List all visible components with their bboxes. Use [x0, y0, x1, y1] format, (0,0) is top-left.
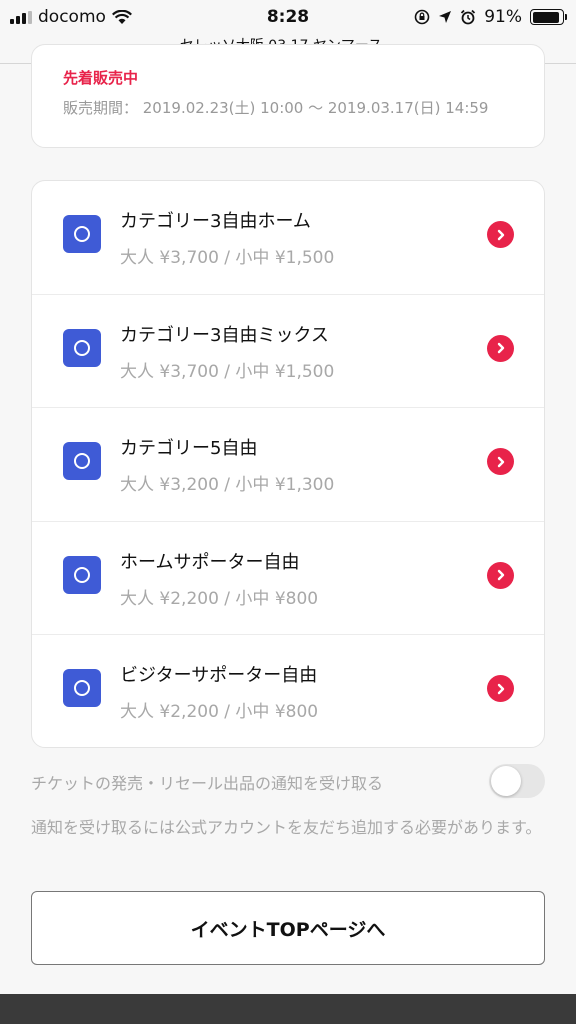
chevron-right-icon[interactable]	[487, 448, 514, 476]
alarm-icon	[461, 9, 476, 25]
ticket-type-icon	[63, 442, 101, 481]
sale-info-card: 先着販売中 販売期間： 2019.02.23(土) 10:00 〜 2019.0…	[31, 44, 545, 148]
chevron-right-icon[interactable]	[487, 221, 514, 248]
ticket-type-icon	[63, 328, 101, 367]
ticket-row[interactable]: カテゴリー3自由ミックス 大人 ¥3,700 / 小中 ¥1,500	[32, 295, 544, 409]
carrier-label: docomo	[38, 7, 106, 27]
status-right: 91%	[414, 7, 567, 27]
battery-icon	[530, 9, 567, 25]
chevron-right-icon[interactable]	[487, 675, 514, 703]
ticket-name: ホームサポーター自由	[120, 551, 300, 573]
signal-icon	[10, 10, 32, 24]
ticket-name: カテゴリー3自由ホーム	[120, 211, 311, 232]
sale-status-label: 先着販売中	[63, 69, 139, 87]
ticket-type-icon	[63, 669, 101, 708]
sale-period-label: 販売期間： 2019.02.23(土) 10:00 〜 2019.03.17(日…	[63, 99, 489, 117]
wifi-icon	[111, 9, 132, 24]
event-top-button[interactable]: イベントTOPページへ	[31, 891, 545, 965]
ticket-row[interactable]: カテゴリー3自由ホーム 大人 ¥3,700 / 小中 ¥1,500	[32, 181, 544, 295]
ticket-name: ビジターサポーター自由	[120, 665, 318, 687]
ticket-name: カテゴリー5自由	[120, 438, 258, 460]
rotation-lock-icon	[414, 9, 430, 25]
location-icon	[439, 11, 452, 23]
ticket-row[interactable]: ホームサポーター自由 大人 ¥2,200 / 小中 ¥800	[32, 522, 544, 636]
main-content: 先着販売中 販売期間： 2019.02.23(土) 10:00 〜 2019.0…	[0, 44, 576, 994]
ticket-price: 大人 ¥2,200 / 小中 ¥800	[120, 588, 319, 609]
ticket-price: 大人 ¥2,200 / 小中 ¥800	[120, 702, 319, 723]
chevron-right-icon[interactable]	[487, 561, 514, 589]
status-bar: docomo 8:28 91%	[0, 0, 576, 34]
ticket-name: カテゴリー3自由ミックス	[120, 324, 329, 346]
ticket-price: 大人 ¥3,200 / 小中 ¥1,300	[120, 475, 335, 496]
ticket-price: 大人 ¥3,700 / 小中 ¥1,500	[120, 248, 335, 268]
status-left: docomo	[10, 7, 132, 27]
battery-percent: 91%	[484, 7, 522, 27]
ticket-price: 大人 ¥3,700 / 小中 ¥1,500	[120, 361, 335, 382]
notification-toggle[interactable]	[489, 764, 545, 798]
ticket-row[interactable]: カテゴリー5自由 大人 ¥3,200 / 小中 ¥1,300	[32, 408, 544, 522]
notification-label: チケットの発売・リセール出品の通知を受け取る	[31, 774, 384, 793]
ticket-type-icon	[63, 555, 101, 594]
chevron-right-icon[interactable]	[487, 334, 514, 362]
notification-setting: チケットの発売・リセール出品の通知を受け取る	[31, 764, 545, 798]
ticket-type-icon	[63, 215, 101, 253]
ticket-list: カテゴリー3自由ホーム 大人 ¥3,700 / 小中 ¥1,500 カテゴリー3…	[31, 180, 545, 748]
ticket-row[interactable]: ビジターサポーター自由 大人 ¥2,200 / 小中 ¥800	[32, 635, 544, 747]
browser-toolbar	[0, 994, 576, 1024]
notification-note: 通知を受け取るには公式アカウントを友だち追加する必要があります。	[31, 818, 542, 837]
